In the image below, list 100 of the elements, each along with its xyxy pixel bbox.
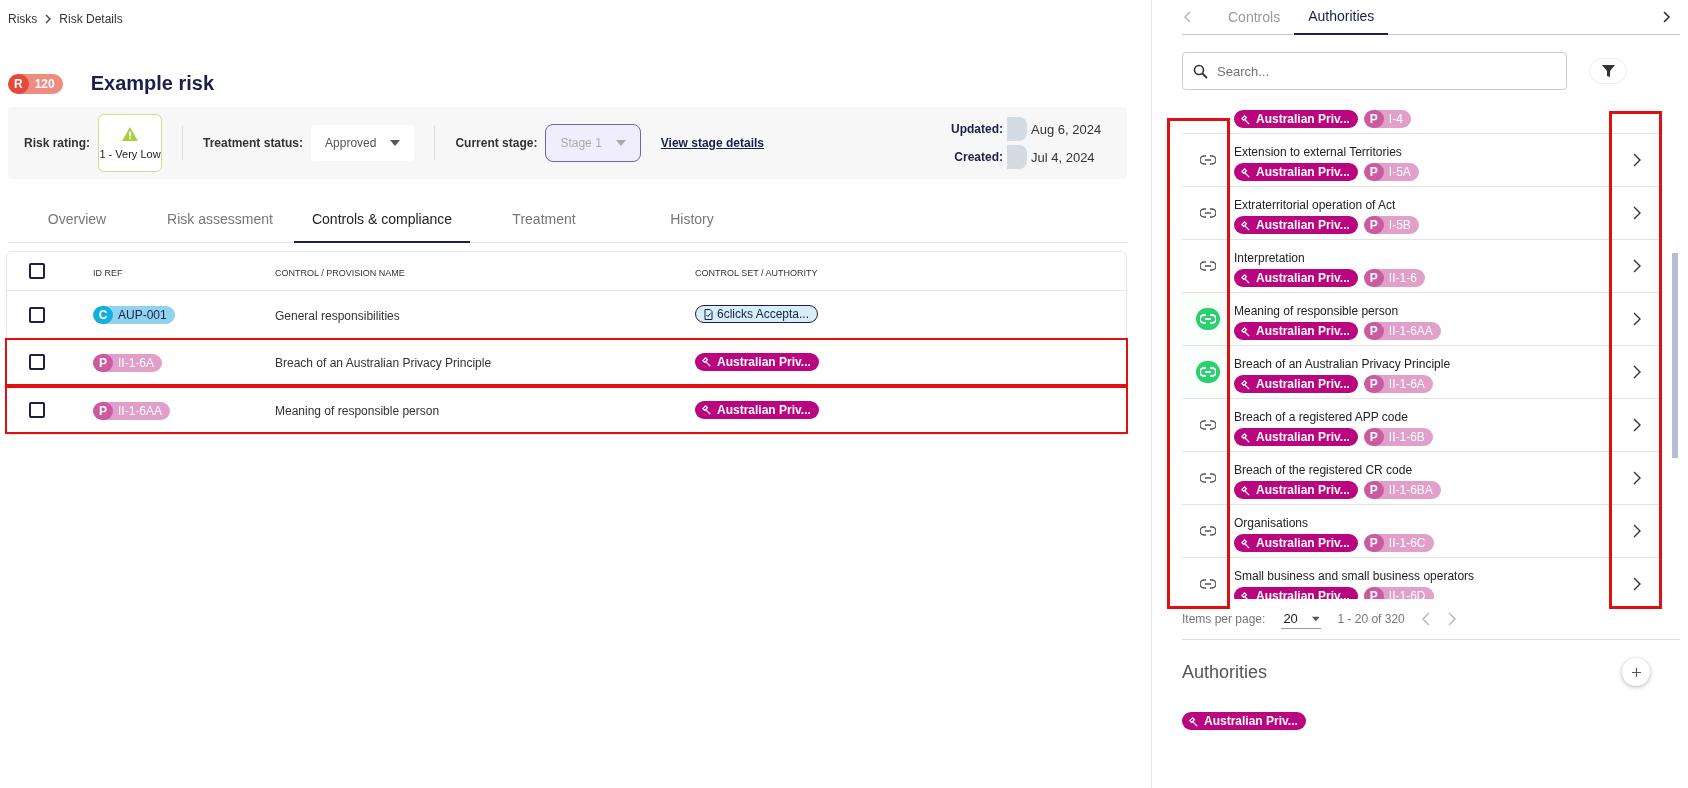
plus-icon xyxy=(1631,667,1641,677)
table-cell: Meaning of responsible person xyxy=(275,404,440,418)
id-ref-chip: C AUP-001 xyxy=(93,306,175,324)
gavel-icon xyxy=(1240,484,1251,496)
tab[interactable]: Controls & compliance xyxy=(294,199,470,243)
field-label: Risk rating: xyxy=(24,136,90,150)
page-size-dropdown[interactable]: 20 xyxy=(1281,609,1322,629)
provision-title: Breach of the registered CR code xyxy=(1234,463,1414,477)
add-button[interactable] xyxy=(1622,658,1650,686)
chevron-right-icon[interactable] xyxy=(1632,471,1642,485)
provision-title: Small business and small business operators xyxy=(1234,569,1476,583)
caret-icon xyxy=(615,140,626,146)
link-icon[interactable] xyxy=(1200,261,1216,271)
authority-chip[interactable]: Australian Priv... xyxy=(1234,322,1358,340)
provision-title: Extension to external Territories xyxy=(1234,145,1403,159)
provision-title: Breach of an Australian Privacy Principle xyxy=(1234,357,1452,371)
chevron-right-icon[interactable] xyxy=(1632,153,1642,167)
section-heading: Authorities xyxy=(1182,661,1268,683)
authority-chip[interactable]: Australian Priv... xyxy=(1234,110,1358,128)
checkbox[interactable] xyxy=(29,354,45,370)
redacted-block xyxy=(1007,117,1027,141)
gavel-icon xyxy=(1240,431,1251,443)
risk-id-badge: R 120 xyxy=(8,73,63,94)
gavel-icon xyxy=(1240,166,1251,178)
provision-title: Breach of a registered APP code xyxy=(1234,410,1409,424)
tab[interactable]: Risk assessment xyxy=(146,199,294,242)
authority-chip[interactable]: Australian Priv... xyxy=(1234,534,1358,552)
column-header: ID REF xyxy=(93,268,123,278)
column-header: CONTROL / PROVISION NAME xyxy=(275,268,405,278)
authority-chip[interactable]: Australian Priv... xyxy=(1182,712,1306,730)
link-icon[interactable] xyxy=(1200,420,1216,430)
status-dropdown[interactable]: Approved xyxy=(311,125,415,161)
table-cell: General responsibilities xyxy=(275,308,400,323)
gavel-icon xyxy=(1240,272,1251,284)
caret-icon xyxy=(390,140,401,146)
table-cell: Breach of an Australian Privacy Principle xyxy=(275,356,492,370)
authority-chip[interactable]: Australian Priv... xyxy=(1234,163,1358,181)
risk-rating-badge: 1 - Very Low xyxy=(98,114,162,172)
gavel-icon xyxy=(1240,378,1251,390)
redacted-block xyxy=(1007,145,1027,169)
filter-icon xyxy=(1601,64,1615,78)
search-field[interactable]: Search... xyxy=(1182,52,1567,90)
gavel-icon xyxy=(1240,325,1251,337)
authority-chip[interactable]: Australian Priv... xyxy=(695,352,819,371)
chevron-right-icon[interactable] xyxy=(1632,418,1642,432)
gavel-icon xyxy=(1240,590,1251,599)
filter-button[interactable] xyxy=(1589,58,1627,84)
gavel-icon xyxy=(701,404,712,416)
link-icon[interactable] xyxy=(1200,579,1216,589)
gavel-icon xyxy=(1188,715,1199,727)
link-icon[interactable] xyxy=(1200,526,1216,536)
link-icon[interactable] xyxy=(1200,155,1216,165)
field-label: Updated: xyxy=(951,122,1003,136)
risk-title: Example risk xyxy=(90,72,215,95)
date-value: Aug 6, 2024 xyxy=(1031,121,1103,137)
link-icon[interactable] xyxy=(1200,473,1216,483)
checkbox[interactable] xyxy=(29,263,45,279)
checkbox[interactable] xyxy=(29,402,45,418)
breadcrumb-link[interactable]: Risks xyxy=(8,12,38,26)
stage-details-link[interactable]: View stage details xyxy=(660,136,764,150)
column-header: CONTROL SET / AUTHORITY xyxy=(695,268,818,278)
id-ref-chip: P II-1-6AA xyxy=(93,401,170,420)
gavel-icon xyxy=(701,356,712,368)
chevron-right-icon[interactable] xyxy=(1632,312,1642,326)
link-icon[interactable] xyxy=(1200,208,1216,218)
tab[interactable]: Authorities xyxy=(1294,0,1389,35)
chevron-right-icon[interactable] xyxy=(1660,10,1672,24)
authority-chip[interactable]: Australian Priv... xyxy=(1234,481,1358,499)
provision-title: Interpretation xyxy=(1234,251,1306,265)
warning-icon xyxy=(122,126,138,141)
authority-chip[interactable]: Australian Priv... xyxy=(695,400,819,419)
tab[interactable]: Overview xyxy=(8,199,146,242)
gavel-icon xyxy=(1240,113,1251,125)
document-icon xyxy=(704,308,713,320)
provision-id-chip: P I-5B xyxy=(1363,216,1419,234)
date-value: Jul 4, 2024 xyxy=(1031,149,1096,165)
provision-id-chip: P II-1-6 xyxy=(1363,269,1425,287)
authority-chip[interactable]: Australian Priv... xyxy=(1234,428,1358,446)
page-range: 1 - 20 of 320 xyxy=(1337,612,1405,626)
control-set-chip[interactable]: 6clicks Accepta... xyxy=(695,305,819,324)
gavel-icon xyxy=(1240,537,1251,549)
chevron-right-icon[interactable] xyxy=(1632,206,1642,220)
authority-chip[interactable]: Australian Priv... xyxy=(1234,375,1358,393)
chevron-right-icon[interactable] xyxy=(1632,365,1642,379)
chevron-right-icon[interactable] xyxy=(1632,259,1642,273)
search-icon xyxy=(1193,64,1208,79)
breadcrumb-link[interactable]: Risk Details xyxy=(59,12,123,26)
provision-id-chip: P II-1-6BA xyxy=(1363,481,1441,499)
tab[interactable]: History xyxy=(618,199,766,242)
id-ref-chip: P II-1-6A xyxy=(93,353,162,372)
chevron-right-icon[interactable] xyxy=(1632,577,1642,591)
checkbox[interactable] xyxy=(29,306,45,323)
provision-id-chip: P II-1-6C xyxy=(1363,534,1434,552)
authority-chip[interactable]: Australian Priv... xyxy=(1234,216,1358,234)
tab[interactable]: Treatment xyxy=(470,199,618,242)
chevron-right-icon[interactable] xyxy=(1632,524,1642,538)
gavel-icon xyxy=(1240,219,1251,231)
authority-chip[interactable]: Australian Priv... xyxy=(1234,269,1358,287)
field-label: Created: xyxy=(954,150,1003,164)
field-label: Treatment status: xyxy=(203,136,304,150)
